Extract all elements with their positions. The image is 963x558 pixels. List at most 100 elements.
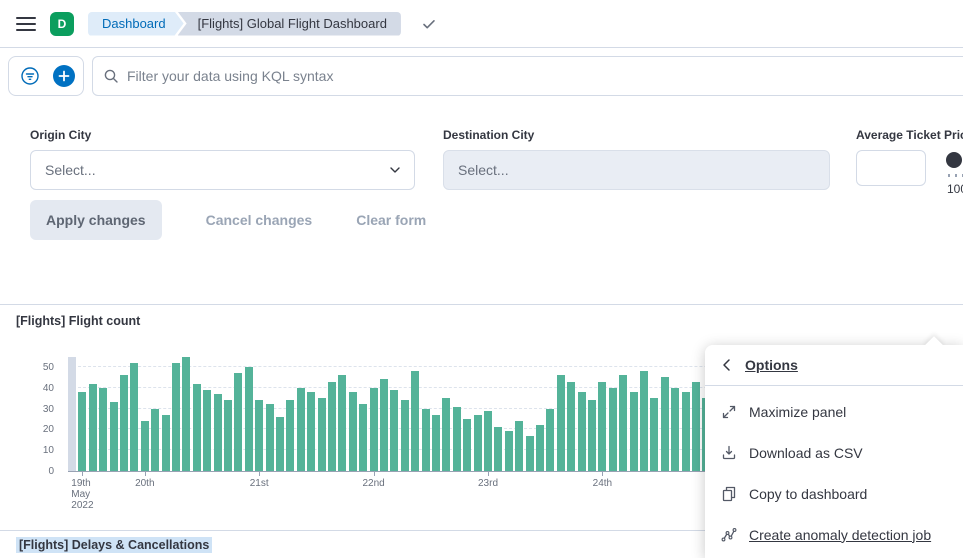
chart-xtick-mark [488, 472, 489, 476]
chart-bar [276, 417, 284, 471]
chart-bar [266, 404, 274, 471]
chart-bar [671, 388, 679, 471]
menu-item-copy-to-dashboard[interactable]: Copy to dashboard [705, 473, 963, 514]
ticket-price-slider-value: 100 [947, 182, 963, 196]
chart-xtick-label: 23rd [478, 478, 498, 489]
destination-city-select[interactable]: Select... [443, 150, 830, 190]
origin-city-label: Origin City [30, 128, 415, 142]
ticket-price-control: Average Ticket Price 100 [856, 128, 963, 198]
chart-bar [401, 400, 409, 471]
filter-circle-icon[interactable] [17, 63, 43, 89]
clear-form-button[interactable]: Clear form [356, 212, 426, 228]
destination-city-placeholder: Select... [458, 162, 509, 178]
add-filter-button[interactable] [53, 65, 75, 87]
chart-bar [203, 390, 211, 471]
breadcrumb-current-dashboard[interactable]: [Flights] Global Flight Dashboard [178, 12, 401, 36]
chart-bar [89, 384, 97, 471]
copy-icon [721, 486, 737, 502]
chart-xtick-mark [259, 472, 260, 476]
menu-item-maximize-panel[interactable]: Maximize panel [705, 391, 963, 432]
menu-item-download-csv[interactable]: Download as CSV [705, 432, 963, 473]
chart-bar [557, 375, 565, 471]
chart-xtick-mark [145, 472, 146, 476]
cancel-changes-button[interactable]: Cancel changes [206, 212, 313, 228]
chart-bar [536, 425, 544, 471]
chart-bar [515, 421, 523, 471]
chart-bar [172, 363, 180, 471]
chart-bar [151, 409, 159, 471]
chart-bar [526, 436, 534, 471]
chart-bar [578, 392, 586, 471]
chart-bar [422, 409, 430, 471]
breadcrumb: Dashboard [Flights] Global Flight Dashbo… [88, 12, 401, 36]
apply-changes-button[interactable]: Apply changes [30, 200, 162, 240]
chart-bar [255, 400, 263, 471]
chart-xtick-mark [82, 472, 83, 476]
space-avatar[interactable]: D [50, 12, 74, 36]
menu-item-create-anomaly-detection-job[interactable]: Create anomaly detection job [705, 514, 963, 555]
unified-search-bar [0, 48, 963, 104]
chart-bar [162, 415, 170, 471]
destination-city-label: Destination City [443, 128, 830, 142]
chart-bar [567, 382, 575, 471]
chart-bar [338, 375, 346, 471]
chart-ytick-label: 10 [43, 445, 54, 456]
breadcrumb-dashboard[interactable]: Dashboard [88, 12, 184, 36]
origin-city-select[interactable]: Select... [30, 150, 415, 190]
dashboard-controls: Origin City Select... Destination City S… [0, 104, 963, 240]
panel-options-context-menu: Options Maximize panel Download as CSV C… [705, 345, 963, 558]
ticket-price-slider-ticks [948, 174, 963, 177]
chart-bar [380, 379, 388, 471]
chart-bar [598, 382, 606, 471]
chart-bar [588, 400, 596, 471]
chart-bar [307, 392, 315, 471]
chart-bar [193, 384, 201, 471]
chart-bar [505, 431, 513, 471]
chart-bar [390, 390, 398, 471]
chart-bar [692, 382, 700, 471]
ticket-price-input[interactable] [856, 150, 926, 186]
chart-xtick-mark [602, 472, 603, 476]
chart-xtick-mark [374, 472, 375, 476]
menu-hamburger-icon[interactable] [16, 17, 36, 31]
chart-xtick-label: 22nd [362, 478, 384, 489]
chart-bar [650, 398, 658, 471]
chart-ytick-label: 0 [48, 466, 54, 477]
chart-bar [141, 421, 149, 471]
kql-search-box [92, 56, 963, 96]
filter-button-group [8, 56, 84, 96]
chart-bar [609, 388, 617, 471]
chart-bar [359, 404, 367, 471]
chart-bar [370, 388, 378, 471]
delays-panel-title[interactable]: [Flights] Delays & Cancellations [16, 537, 212, 553]
chart-bar [474, 415, 482, 471]
chart-bar [99, 388, 107, 471]
chart-bar [297, 388, 305, 471]
chart-bar [442, 398, 450, 471]
chart-ylabels: 01020304050 [0, 357, 62, 472]
chart-bar [546, 409, 554, 471]
chart-bar [682, 392, 690, 471]
ticket-price-row: 100 [856, 150, 963, 198]
check-icon[interactable] [421, 16, 437, 32]
kibana-dashboard-screen: D Dashboard [Flights] Global Flight Dash… [0, 0, 963, 558]
chart-bar [110, 402, 118, 471]
download-icon [721, 445, 737, 461]
chart-xtick-label: 24th [593, 478, 612, 489]
chart-bar [286, 400, 294, 471]
kql-search-input[interactable] [127, 68, 954, 84]
flight-count-panel-title[interactable]: [Flights] Flight count [16, 314, 140, 328]
chart-bar [349, 392, 357, 471]
chart-ytick-label: 50 [43, 362, 54, 373]
context-menu-back-header[interactable]: Options [705, 345, 963, 386]
ticket-price-slider-handle[interactable] [946, 152, 962, 168]
top-header-bar: D Dashboard [Flights] Global Flight Dash… [0, 0, 963, 48]
chart-xtick-label: 20th [135, 478, 154, 489]
chart-bar [484, 411, 492, 471]
chart-ytick-label: 20 [43, 424, 54, 435]
chevron-down-icon [388, 163, 402, 177]
chart-bar [494, 427, 502, 471]
controls-actions: Apply changes Cancel changes Clear form [30, 200, 426, 240]
chart-bar [453, 407, 461, 471]
chart-bar [411, 371, 419, 471]
